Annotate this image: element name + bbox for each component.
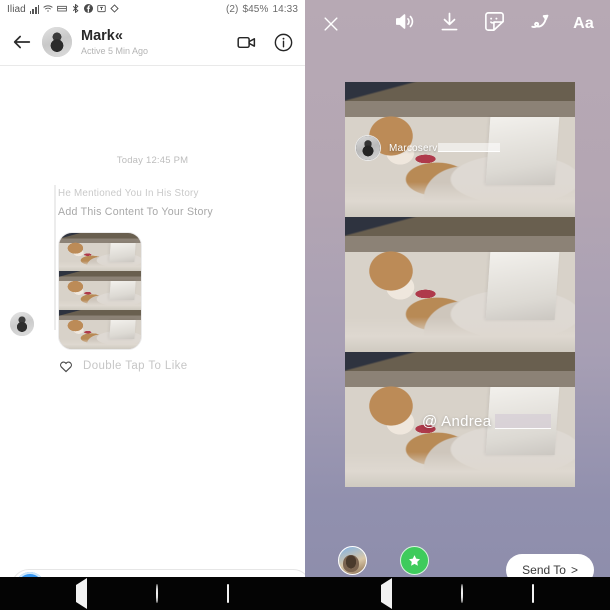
video-camera-icon[interactable]: [236, 32, 257, 53]
facebook-icon: [84, 3, 94, 16]
text-tool-label[interactable]: Aa: [573, 15, 594, 33]
chevron-right-icon: >: [570, 563, 578, 577]
android-navbar-left: [0, 577, 305, 610]
text-mode-icon: [97, 4, 106, 16]
your-story-avatar: [337, 546, 367, 575]
download-icon[interactable]: [438, 10, 461, 38]
status-bar-right: (2) $45% 14:33: [226, 4, 298, 15]
signal-icon: [29, 5, 40, 14]
direct-message-panel: Iliad (2) $45% 14:33 Mark« Active 5 Min …: [0, 0, 305, 610]
contact-status: Active 5 Min Ago: [81, 46, 149, 57]
send-to-label: Send To: [522, 563, 566, 577]
contact-info[interactable]: Mark« Active 5 Min Ago: [81, 28, 227, 56]
battery-label: $45%: [242, 4, 269, 15]
dual-panel-screenshot: Iliad (2) $45% 14:33 Mark« Active 5 Min …: [0, 0, 610, 610]
story-author[interactable]: Marcoserv: [355, 135, 501, 161]
heart-icon[interactable]: [58, 358, 74, 374]
nav-home-icon[interactable]: [155, 583, 158, 603]
wifi-icon: [43, 4, 53, 16]
story-viewer-panel: Aa Marcoserv @ Andrea Your Story: [305, 0, 610, 610]
android-navbar-right: [305, 577, 610, 610]
nav-recents-icon[interactable]: [531, 583, 534, 603]
contact-name: Mark«: [81, 27, 123, 44]
double-tap-label: Double Tap To Like: [83, 359, 188, 372]
mention-sticker[interactable]: @ Andrea: [422, 413, 552, 430]
draw-icon[interactable]: [528, 10, 551, 38]
add-to-story-caption[interactable]: Add This Content To Your Story: [58, 205, 291, 220]
status-bar: Iliad (2) $45% 14:33: [0, 0, 305, 19]
clock-label: 14:33: [272, 4, 298, 15]
notification-count: (2): [225, 4, 239, 15]
message-thread: Today 12:45 PM He Mentioned You In His S…: [0, 66, 305, 563]
sticker-icon[interactable]: [483, 10, 506, 38]
avatar[interactable]: [42, 27, 72, 57]
nav-back-icon[interactable]: [76, 577, 88, 609]
conversation-header: Mark« Active 5 Min Ago: [0, 19, 305, 66]
nav-recents-icon[interactable]: [226, 583, 229, 603]
back-arrow-icon[interactable]: [11, 31, 33, 53]
avatar: [355, 135, 381, 161]
redacted-username-block: [438, 143, 501, 153]
info-icon[interactable]: [273, 32, 294, 53]
story-mention-message: He Mentioned You In His Story Add This C…: [0, 185, 305, 350]
sender-avatar: [10, 311, 34, 336]
double-tap-hint[interactable]: Double Tap To Like: [0, 358, 305, 374]
contact-name-suffix: «: [114, 27, 123, 44]
mention-caption: He Mentioned You In His Story: [58, 188, 199, 199]
bluetooth-icon: [71, 3, 80, 16]
story-thumbnail[interactable]: [58, 231, 142, 350]
mention-label: @ Andrea: [422, 413, 492, 430]
story-toolbar: Aa: [305, 0, 610, 47]
header-actions: [236, 32, 294, 53]
story-stage[interactable]: Marcoserv @ Andrea: [305, 47, 610, 538]
silent-icon: [110, 4, 119, 16]
nav-home-icon[interactable]: [460, 583, 463, 603]
day-separator: Today 12:45 PM: [116, 155, 189, 166]
status-bar-left: Iliad: [7, 3, 119, 16]
redacted-mention-block: [495, 414, 552, 429]
speaker-icon[interactable]: [393, 10, 416, 38]
star-icon: [399, 546, 429, 575]
story-username: Marcoserv: [389, 143, 501, 154]
sim-icon: [57, 4, 68, 16]
nav-back-icon[interactable]: [381, 577, 393, 609]
carrier-label: Iliad: [7, 4, 26, 15]
close-icon[interactable]: [321, 14, 341, 34]
